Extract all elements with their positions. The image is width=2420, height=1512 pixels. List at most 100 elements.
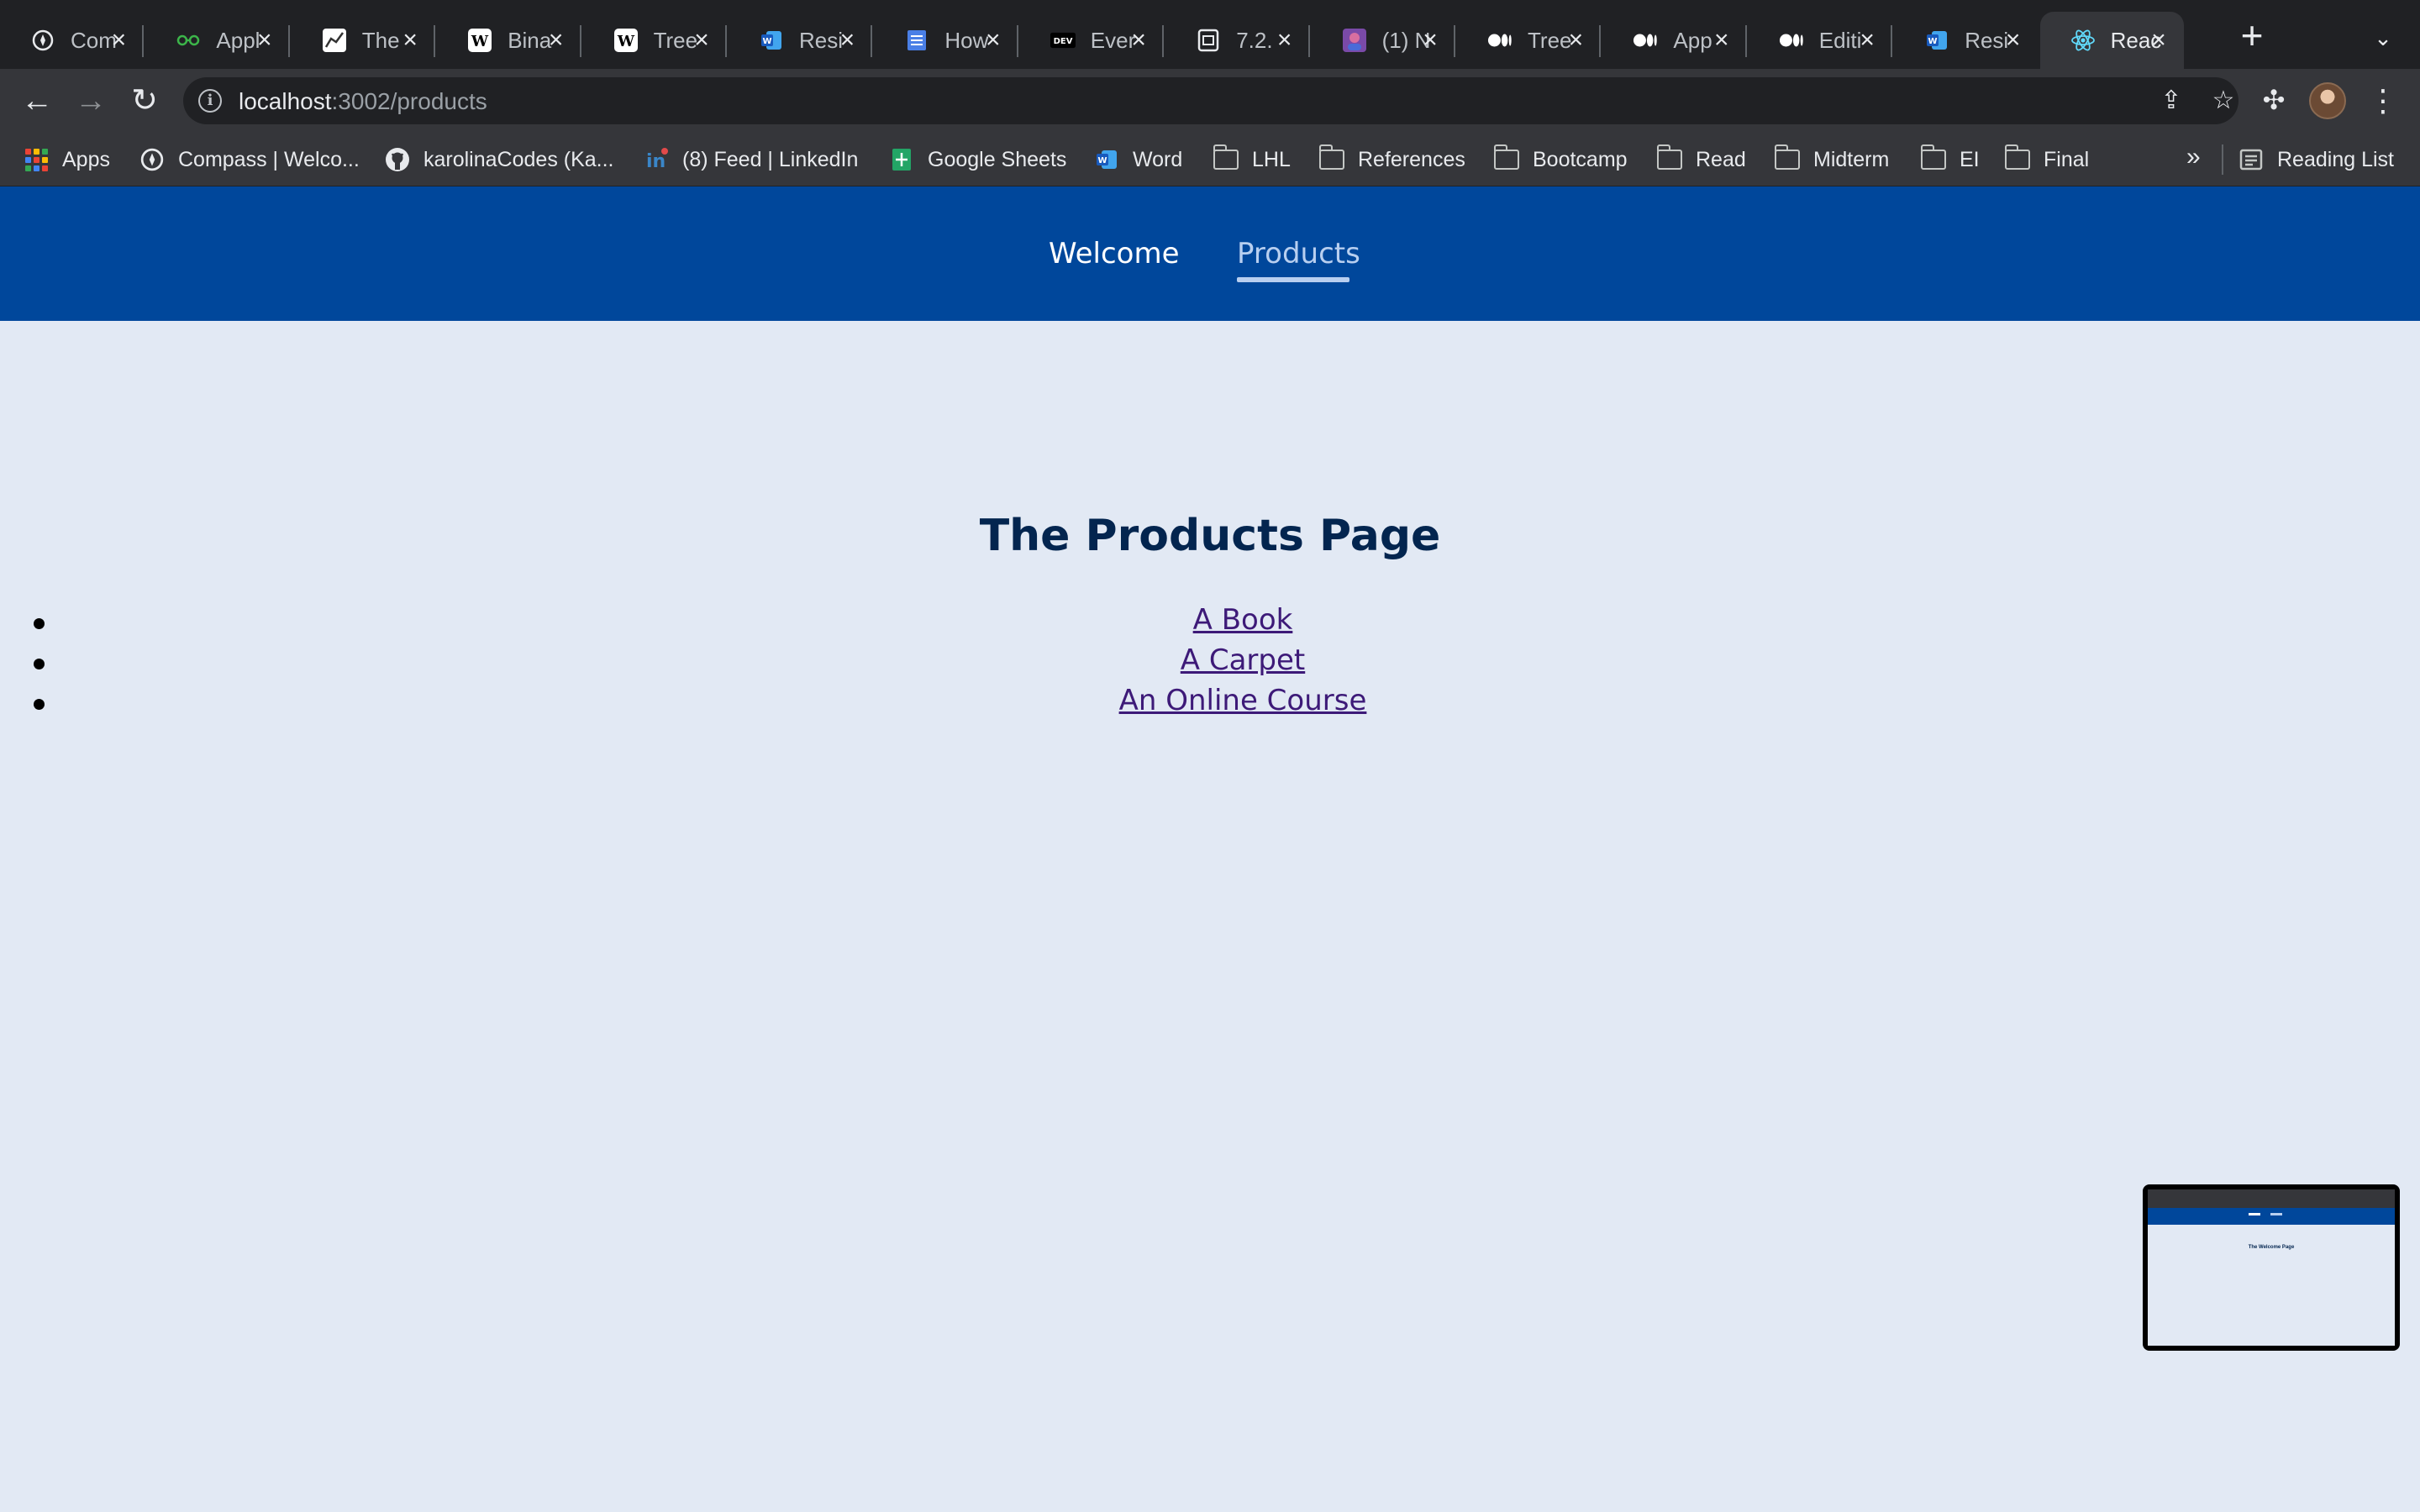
app-navbar: Welcome Products	[0, 186, 2420, 321]
new-tab-button[interactable]: +	[2235, 16, 2269, 55]
tab-2[interactable]: Appl ×	[145, 12, 290, 69]
share-icon[interactable]: ⇪	[2154, 84, 2188, 118]
reload-icon[interactable]: ↻	[124, 81, 165, 121]
screenshot-thumbnail[interactable]: The Welcome Page	[2143, 1184, 2400, 1351]
tab-8[interactable]: DEV Ever ×	[1020, 12, 1165, 69]
folder-icon	[1213, 144, 1239, 172]
bookmark-word[interactable]: W Word	[1094, 144, 1182, 175]
thumbnail-screen: The Welcome Page	[2148, 1189, 2395, 1346]
product-link-book[interactable]: A Book	[1193, 603, 1293, 637]
list-item: A Book	[0, 603, 2420, 643]
tab-separator	[1307, 25, 1310, 57]
tab-15[interactable]: Reac ×	[2039, 12, 2184, 69]
github-icon	[385, 147, 410, 172]
tab-separator	[1162, 25, 1165, 57]
address-bar[interactable]: i localhost:3002/products ⇪ ☆	[183, 77, 2238, 124]
bookmark-references[interactable]: References	[1319, 144, 1465, 175]
tab-3[interactable]: The ×	[292, 12, 436, 69]
tab-strip: Com × Appl × The × W Bina × W Tree × W Resi × How × DEV Ev…	[0, 0, 2420, 69]
extensions-puzzle-icon[interactable]: ✣	[2257, 84, 2291, 118]
product-link-online-course[interactable]: An Online Course	[1119, 684, 1367, 717]
kebab-menu-icon[interactable]: ⋮	[2368, 81, 2398, 121]
tab-5[interactable]: W Tree ×	[583, 12, 727, 69]
bookmark-google-sheets[interactable]: Google Sheets	[889, 144, 1066, 175]
bookmark-ei[interactable]: EI	[1921, 144, 1980, 175]
tab-separator	[579, 25, 581, 57]
close-tab-icon[interactable]: ×	[1125, 27, 1152, 54]
folder-icon	[1921, 144, 1946, 172]
bookmark-bootcamp[interactable]: Bootcamp	[1494, 144, 1628, 175]
tab-7[interactable]: How ×	[874, 12, 1018, 69]
tab-11[interactable]: Tree ×	[1457, 12, 1602, 69]
tab-separator	[871, 25, 873, 57]
tab-12[interactable]: App ×	[1602, 12, 1747, 69]
tab-10[interactable]: (1) N ×	[1312, 12, 1455, 69]
tab-1[interactable]: Com ×	[0, 12, 145, 69]
word-icon: W	[759, 28, 784, 53]
reading-list-label: Reading List	[2277, 147, 2394, 171]
close-tab-icon[interactable]: ×	[543, 27, 570, 54]
close-tab-icon[interactable]: ×	[980, 27, 1007, 54]
bookmark-label: LHL	[1252, 147, 1291, 171]
reading-list-button[interactable]: Reading List	[2238, 144, 2394, 175]
bookmark-star-icon[interactable]: ☆	[2207, 84, 2240, 118]
nav-link-welcome[interactable]: Welcome	[1049, 237, 1180, 270]
bookmark-8-feed-linkedin[interactable]: in (8) Feed | LinkedIn	[644, 144, 858, 175]
back-arrow-icon[interactable]: ←	[17, 81, 57, 121]
site-info-icon[interactable]: i	[198, 89, 222, 113]
folder-icon	[1657, 144, 1682, 172]
close-tab-icon[interactable]: ×	[1417, 27, 1444, 54]
svg-text:W: W	[616, 33, 634, 50]
bookmark-final[interactable]: Final	[2005, 144, 2089, 175]
tab-6[interactable]: W Resi ×	[729, 12, 873, 69]
docs-icon	[904, 28, 929, 53]
tab-4[interactable]: W Bina ×	[437, 12, 581, 69]
bookmark-midterm[interactable]: Midterm	[1775, 144, 1889, 175]
profile-avatar[interactable]	[2309, 82, 2346, 119]
close-tab-icon[interactable]: ×	[2145, 27, 2172, 54]
svg-text:W: W	[762, 37, 771, 46]
close-tab-icon[interactable]: ×	[834, 27, 860, 54]
svg-text:DEV: DEV	[1053, 37, 1072, 46]
thumbnail-browser-chrome	[2148, 1189, 2395, 1208]
bookmark-apps[interactable]: Apps	[24, 144, 110, 175]
list-bullet	[34, 659, 45, 669]
bookmark-label: karolinaCodes (Ka...	[424, 147, 614, 171]
bookmark-label: Google Sheets	[928, 147, 1067, 171]
bookmark-karolinacodes-ka[interactable]: karolinaCodes (Ka...	[385, 144, 614, 175]
close-tab-icon[interactable]: ×	[251, 27, 278, 54]
bookmark-label: Compass | Welco...	[178, 147, 360, 171]
close-tab-icon[interactable]: ×	[397, 27, 424, 54]
tab-separator	[434, 25, 436, 57]
bookmark-lhl[interactable]: LHL	[1213, 144, 1291, 175]
page-title: The Products Page	[979, 511, 1441, 561]
bookmark-label: Apps	[62, 147, 110, 171]
nav-link-products[interactable]: Products	[1237, 237, 1360, 270]
close-tab-icon[interactable]: ×	[1854, 27, 1881, 54]
bookmark-compass-welco[interactable]: Compass | Welco...	[139, 144, 360, 175]
bookmarks-overflow-icon[interactable]: »	[2186, 143, 2201, 171]
product-link-carpet[interactable]: A Carpet	[1181, 643, 1305, 677]
close-tab-icon[interactable]: ×	[1562, 27, 1589, 54]
bookmark-label: Read	[1696, 147, 1746, 171]
close-tab-icon[interactable]: ×	[1708, 27, 1735, 54]
bookmarks-separator	[2222, 144, 2223, 175]
tab-search-chevron-icon[interactable]: ⌄	[2366, 25, 2400, 59]
tab-separator	[1891, 25, 1893, 57]
tab-9[interactable]: 7.2. ×	[1165, 12, 1310, 69]
close-tab-icon[interactable]: ×	[105, 27, 132, 54]
folder-icon	[1319, 144, 1344, 172]
forward-arrow-icon[interactable]: →	[71, 81, 111, 121]
close-tab-icon[interactable]: ×	[1271, 27, 1298, 54]
url-text[interactable]: localhost:3002/products	[239, 88, 487, 115]
bookmark-label: (8) Feed | LinkedIn	[682, 147, 859, 171]
bookmark-read[interactable]: Read	[1657, 144, 1746, 175]
tab-13[interactable]: Editi ×	[1749, 12, 1893, 69]
close-tab-icon[interactable]: ×	[688, 27, 715, 54]
close-tab-icon[interactable]: ×	[2000, 27, 2027, 54]
word-icon: W	[1924, 28, 1949, 53]
bookmark-label: References	[1358, 147, 1465, 171]
tab-14[interactable]: W Resi ×	[1894, 12, 2038, 69]
bookmark-label: Word	[1133, 147, 1183, 171]
tab-separator	[1599, 25, 1602, 57]
